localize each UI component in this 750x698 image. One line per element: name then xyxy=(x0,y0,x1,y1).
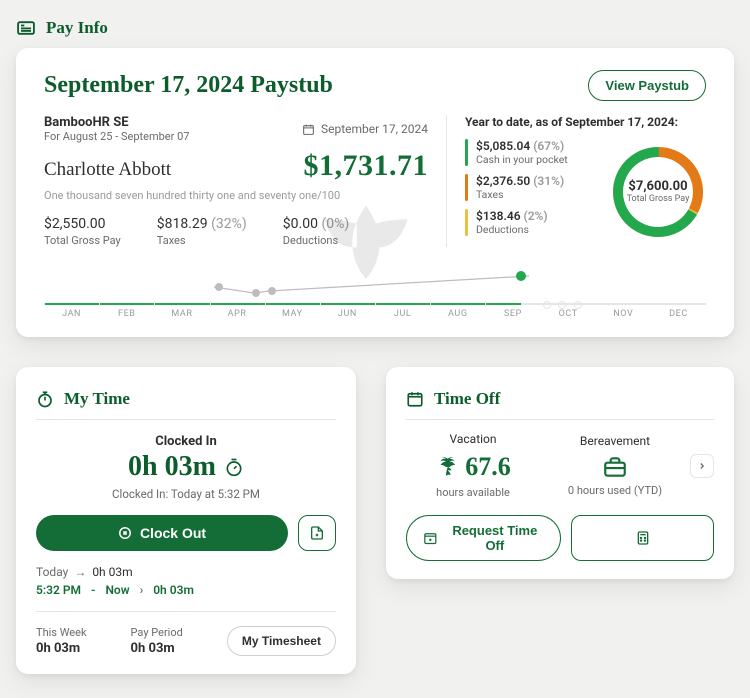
month-label: MAY xyxy=(265,309,320,319)
timeoff-heading-text: Time Off xyxy=(434,389,500,409)
stop-icon xyxy=(118,526,132,540)
chevron-right-icon xyxy=(697,460,707,472)
timeoff-calculator-button[interactable] xyxy=(571,515,714,561)
thisweek-value: 0h 03m xyxy=(36,641,87,656)
palm-icon xyxy=(435,456,457,478)
elapsed-time: 0h 03m xyxy=(36,451,336,483)
paystub-date-text: September 17, 2024 xyxy=(321,122,428,136)
stat-ded-value: $0.00 xyxy=(283,216,318,232)
ytd-total-value: $7,600.00 xyxy=(628,179,687,194)
stat-taxes-label: Taxes xyxy=(157,234,247,247)
running-entry: 5:32 PM - Now › 0h 03m xyxy=(36,583,336,597)
mytime-card: My Time Clocked In 0h 03m Clocked In: To… xyxy=(16,367,356,674)
paystub-card: September 17, 2024 Paystub View Paystub … xyxy=(16,48,734,337)
payperiod-value: 0h 03m xyxy=(131,641,183,656)
payinfo-icon xyxy=(16,18,36,38)
ytd-item-taxes: $2,376.50 (31%)Taxes xyxy=(465,174,596,201)
request-timeoff-button[interactable]: Request Time Off xyxy=(406,515,561,561)
month-label: DEC xyxy=(651,309,706,319)
month-label: JAN xyxy=(44,309,99,319)
ytd-title: Year to date, as of September 17, 2024: xyxy=(465,115,706,129)
mytime-heading: My Time xyxy=(36,389,336,420)
payinfo-heading-text: Pay Info xyxy=(46,18,108,38)
paystub-timeline: JANFEBMARAPRMAYJUNJULAUGSEPOCTNOVDEC xyxy=(44,269,706,319)
stat-taxes-value: $818.29 xyxy=(157,216,208,232)
stat-gross-value: $2,550.00 xyxy=(44,216,106,232)
briefcase-icon xyxy=(602,454,628,480)
paystub-stats: $2,550.00 Total Gross Pay $818.29 (32%) … xyxy=(44,216,428,247)
stopwatch-small-icon xyxy=(224,457,244,477)
paystub-title: September 17, 2024 Paystub xyxy=(44,72,333,99)
month-label: AUG xyxy=(430,309,485,319)
today-row: Today → 0h 03m xyxy=(36,565,336,579)
month-label: NOV xyxy=(596,309,651,319)
timeoff-vacation: Vacation 67.6 hours available xyxy=(406,432,540,499)
month-label: OCT xyxy=(541,309,596,319)
note-icon xyxy=(309,525,325,541)
payinfo-heading: Pay Info xyxy=(16,18,734,38)
month-label: SEP xyxy=(485,309,540,319)
month-label: FEB xyxy=(99,309,154,319)
timeoff-bereavement: Bereavement 0 hours used (YTD) xyxy=(548,434,682,497)
my-timesheet-button[interactable]: My Timesheet xyxy=(227,626,336,656)
view-paystub-button[interactable]: View Paystub xyxy=(588,70,706,101)
net-pay: $1,731.71 xyxy=(304,149,429,183)
timeoff-card: Time Off Vacation 67.6 hours available B… xyxy=(386,367,734,579)
employee-name: Charlotte Abbott xyxy=(44,159,171,181)
month-label: JUL xyxy=(375,309,430,319)
mytime-heading-text: My Time xyxy=(64,389,130,409)
thisweek-label: This Week xyxy=(36,626,87,639)
month-label: APR xyxy=(210,309,265,319)
stat-taxes-pct: (32%) xyxy=(211,216,247,232)
stat-gross-label: Total Gross Pay xyxy=(44,234,121,247)
pay-period: For August 25 - September 07 xyxy=(44,130,189,143)
calendar-plus-icon xyxy=(423,530,438,546)
month-label: MAR xyxy=(154,309,209,319)
company-name: BambooHR SE xyxy=(44,115,189,130)
timeoff-next-button[interactable] xyxy=(690,454,714,478)
clock-status: Clocked In xyxy=(36,434,336,449)
month-label: JUN xyxy=(320,309,375,319)
paystub-date: September 17, 2024 xyxy=(302,115,428,143)
stat-ded-pct: (0%) xyxy=(321,216,349,232)
calculator-icon xyxy=(635,530,651,546)
ytd-donut-chart: $7,600.00 Total Gross Pay xyxy=(610,144,706,240)
timeoff-heading: Time Off xyxy=(406,389,714,420)
ytd-total-label: Total Gross Pay xyxy=(627,194,690,204)
payperiod-label: Pay Period xyxy=(131,626,183,639)
add-note-button[interactable] xyxy=(298,515,336,551)
clock-out-button[interactable]: Clock Out xyxy=(36,515,288,551)
calendar-icon xyxy=(302,123,315,136)
calendar-clock-icon xyxy=(406,390,424,408)
ytd-item-cash: $5,085.04 (67%)Cash in your pocket xyxy=(465,139,596,166)
amount-in-words: One thousand seven hundred thirty one an… xyxy=(44,189,428,202)
clocked-in-time: Clocked In: Today at 5:32 PM xyxy=(36,487,336,501)
ytd-item-deductions: $138.46 (2%)Deductions xyxy=(465,209,596,236)
stat-ded-label: Deductions xyxy=(283,234,349,247)
stopwatch-icon xyxy=(36,390,54,408)
